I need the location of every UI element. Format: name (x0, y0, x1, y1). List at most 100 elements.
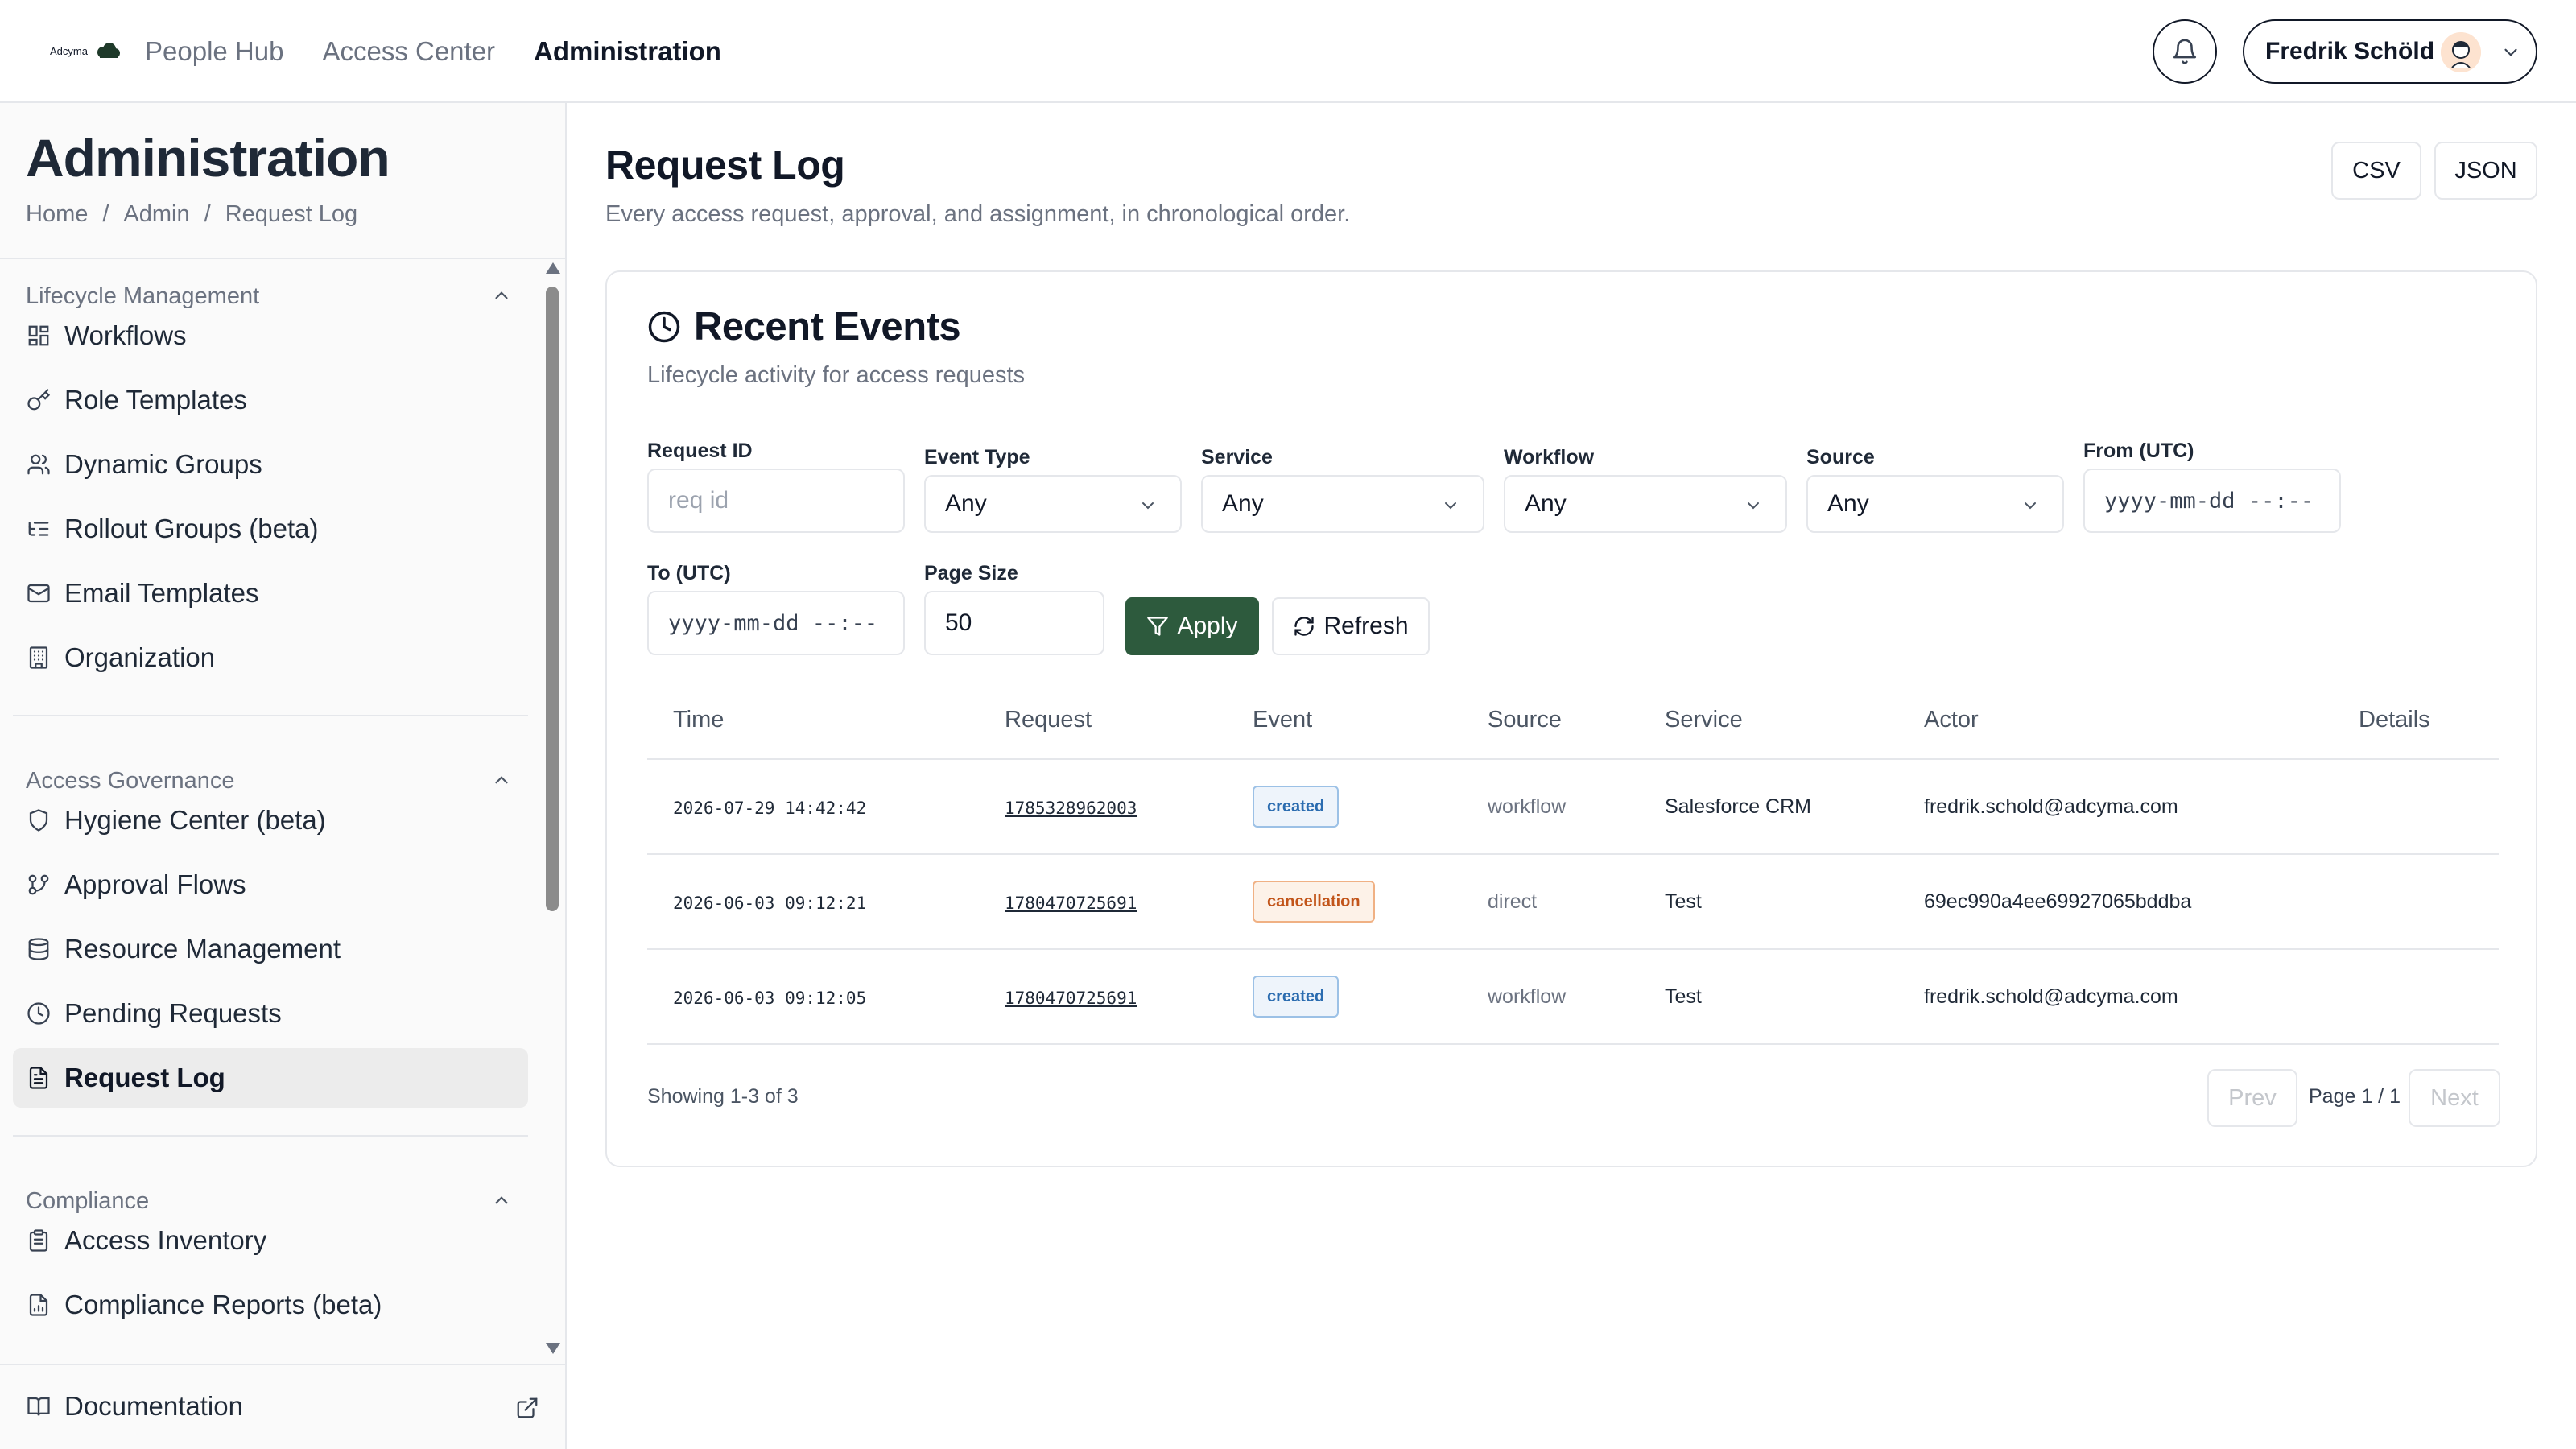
sidebar-item-email-templates[interactable]: Email Templates (13, 564, 528, 623)
from-utc-input[interactable]: yyyy-mm-dd --:-- (2083, 469, 2341, 533)
file-chart-icon (26, 1292, 52, 1318)
column-header-request: Request (1005, 707, 1092, 733)
sidebar-item-label: Approval Flows (64, 869, 246, 899)
sidebar-item-rollout-groups[interactable]: Rollout Groups (beta) (13, 499, 528, 559)
source-value: Any (1827, 490, 1869, 517)
card-subtitle: Lifecycle activity for access requests (647, 362, 1026, 388)
divider (13, 715, 528, 716)
table-row[interactable]: 2026-07-29 14:42:42 1785328962003 create… (647, 760, 2499, 855)
sidebar-item-label: Rollout Groups (beta) (64, 514, 319, 543)
cell-time: 2026-07-29 14:42:42 (673, 799, 867, 818)
page-indicator: Page 1 / 1 (2309, 1085, 2401, 1108)
nav-administration[interactable]: Administration (534, 32, 721, 71)
external-link-icon[interactable] (515, 1396, 539, 1420)
book-icon (26, 1393, 52, 1419)
logo[interactable]: Adcyma (50, 40, 121, 63)
breadcrumb-home[interactable]: Home (26, 201, 88, 228)
source-select[interactable]: Any (1806, 475, 2064, 533)
sidebar-item-access-inventory[interactable]: Access Inventory (13, 1211, 528, 1270)
column-header-details: Details (2359, 707, 2430, 733)
workflow-select[interactable]: Any (1504, 475, 1787, 533)
chevron-down-icon (2504, 48, 2517, 56)
export-csv-button[interactable]: CSV (2331, 142, 2421, 200)
to-utc-input[interactable]: yyyy-mm-dd --:-- (647, 591, 905, 655)
prev-page-button[interactable]: Prev (2207, 1069, 2297, 1127)
chevron-down-icon (1748, 502, 1759, 510)
clipboard-icon (26, 1228, 52, 1253)
grid-icon (26, 323, 52, 349)
service-select[interactable]: Any (1201, 475, 1484, 533)
cell-request-link[interactable]: 1780470725691 (1005, 989, 1137, 1008)
scroll-down-arrow[interactable] (546, 1343, 560, 1354)
sidebar-item-label: Access Inventory (64, 1225, 267, 1255)
sidebar-item-label: Resource Management (64, 934, 341, 964)
pagination-summary: Showing 1-3 of 3 (647, 1085, 799, 1108)
sidebar-item-documentation[interactable]: Documentation (13, 1377, 528, 1436)
sidebar-item-role-templates[interactable]: Role Templates (13, 370, 528, 430)
shield-icon (26, 807, 52, 833)
sidebar-item-hygiene-center[interactable]: Hygiene Center (beta) (13, 791, 528, 850)
sidebar-item-approval-flows[interactable]: Approval Flows (13, 855, 528, 914)
cell-source: workflow (1488, 985, 1567, 1008)
cell-request-link[interactable]: 1780470725691 (1005, 894, 1137, 913)
cell-service: Test (1665, 985, 1702, 1008)
sidebar-item-label: Request Log (64, 1063, 225, 1092)
column-header-event: Event (1253, 707, 1313, 733)
logo-text: Adcyma (50, 45, 88, 57)
nav-people-hub[interactable]: People Hub (145, 32, 283, 71)
sidebar: Administration Home / Admin / Request Lo… (0, 103, 567, 1449)
page-size-input[interactable]: 50 (924, 591, 1104, 655)
cell-actor: fredrik.schold@adcyma.com (1924, 985, 2178, 1008)
top-bar: Adcyma People Hub Access Center Administ… (0, 0, 2576, 103)
column-header-service: Service (1665, 707, 1743, 733)
sidebar-item-label: Compliance Reports (beta) (64, 1290, 382, 1319)
scroll-thumb[interactable] (546, 287, 559, 911)
sidebar-item-organization[interactable]: Organization (13, 628, 528, 687)
table-row[interactable]: 2026-06-03 09:12:05 1780470725691 create… (647, 950, 2499, 1045)
sidebar-item-workflows[interactable]: Workflows (13, 306, 528, 365)
user-menu-button[interactable]: Fredrik Schöld (2243, 19, 2537, 84)
list-tree-icon (26, 516, 52, 542)
clock-icon (648, 311, 680, 343)
sidebar-item-pending-requests[interactable]: Pending Requests (13, 984, 528, 1043)
cell-time: 2026-06-03 09:12:21 (673, 894, 867, 913)
sidebar-item-request-log[interactable]: Request Log (13, 1048, 528, 1108)
sidebar-item-label: Email Templates (64, 578, 259, 608)
next-page-button[interactable]: Next (2409, 1069, 2500, 1127)
table-row[interactable]: 2026-06-03 09:12:21 1780470725691 cancel… (647, 855, 2499, 950)
chevron-up-icon[interactable] (491, 770, 512, 791)
apply-button[interactable]: Apply (1125, 597, 1259, 655)
cell-service: Test (1665, 890, 1702, 913)
cell-request-link[interactable]: 1785328962003 (1005, 799, 1137, 818)
sidebar-scrollbar[interactable] (543, 259, 562, 1365)
export-json-button[interactable]: JSON (2434, 142, 2537, 200)
nav-access-center[interactable]: Access Center (322, 32, 495, 71)
sidebar-item-resource-management[interactable]: Resource Management (13, 919, 528, 979)
sidebar-item-label: Workflows (64, 320, 187, 350)
event-type-label: Event Type (924, 446, 1030, 469)
event-type-select[interactable]: Any (924, 475, 1182, 533)
cell-actor: fredrik.schold@adcyma.com (1924, 795, 2178, 818)
file-text-icon (26, 1065, 52, 1091)
database-icon (26, 936, 52, 962)
sidebar-item-label: Organization (64, 642, 216, 672)
chevron-up-icon[interactable] (491, 285, 512, 306)
user-name: Fredrik Schöld (2265, 38, 2435, 64)
breadcrumb: Home / Admin / Request Log (26, 201, 357, 228)
users-icon (26, 452, 52, 477)
sidebar-item-compliance-reports[interactable]: Compliance Reports (beta) (13, 1275, 528, 1335)
bell-icon (2173, 39, 2197, 64)
apply-label: Apply (1177, 613, 1238, 639)
scroll-up-arrow[interactable] (546, 262, 560, 274)
breadcrumb-admin[interactable]: Admin (123, 201, 189, 228)
sidebar-item-dynamic-groups[interactable]: Dynamic Groups (13, 435, 528, 494)
building-icon (26, 645, 52, 671)
chevron-up-icon[interactable] (491, 1190, 512, 1211)
card-title-text: Recent Events (694, 305, 961, 349)
notifications-button[interactable] (2153, 19, 2217, 84)
workflow-value: Any (1525, 490, 1567, 517)
column-header-source: Source (1488, 707, 1562, 733)
request-id-input[interactable]: req id (647, 469, 905, 533)
refresh-button[interactable]: Refresh (1272, 597, 1430, 655)
clock-icon (26, 1001, 52, 1026)
